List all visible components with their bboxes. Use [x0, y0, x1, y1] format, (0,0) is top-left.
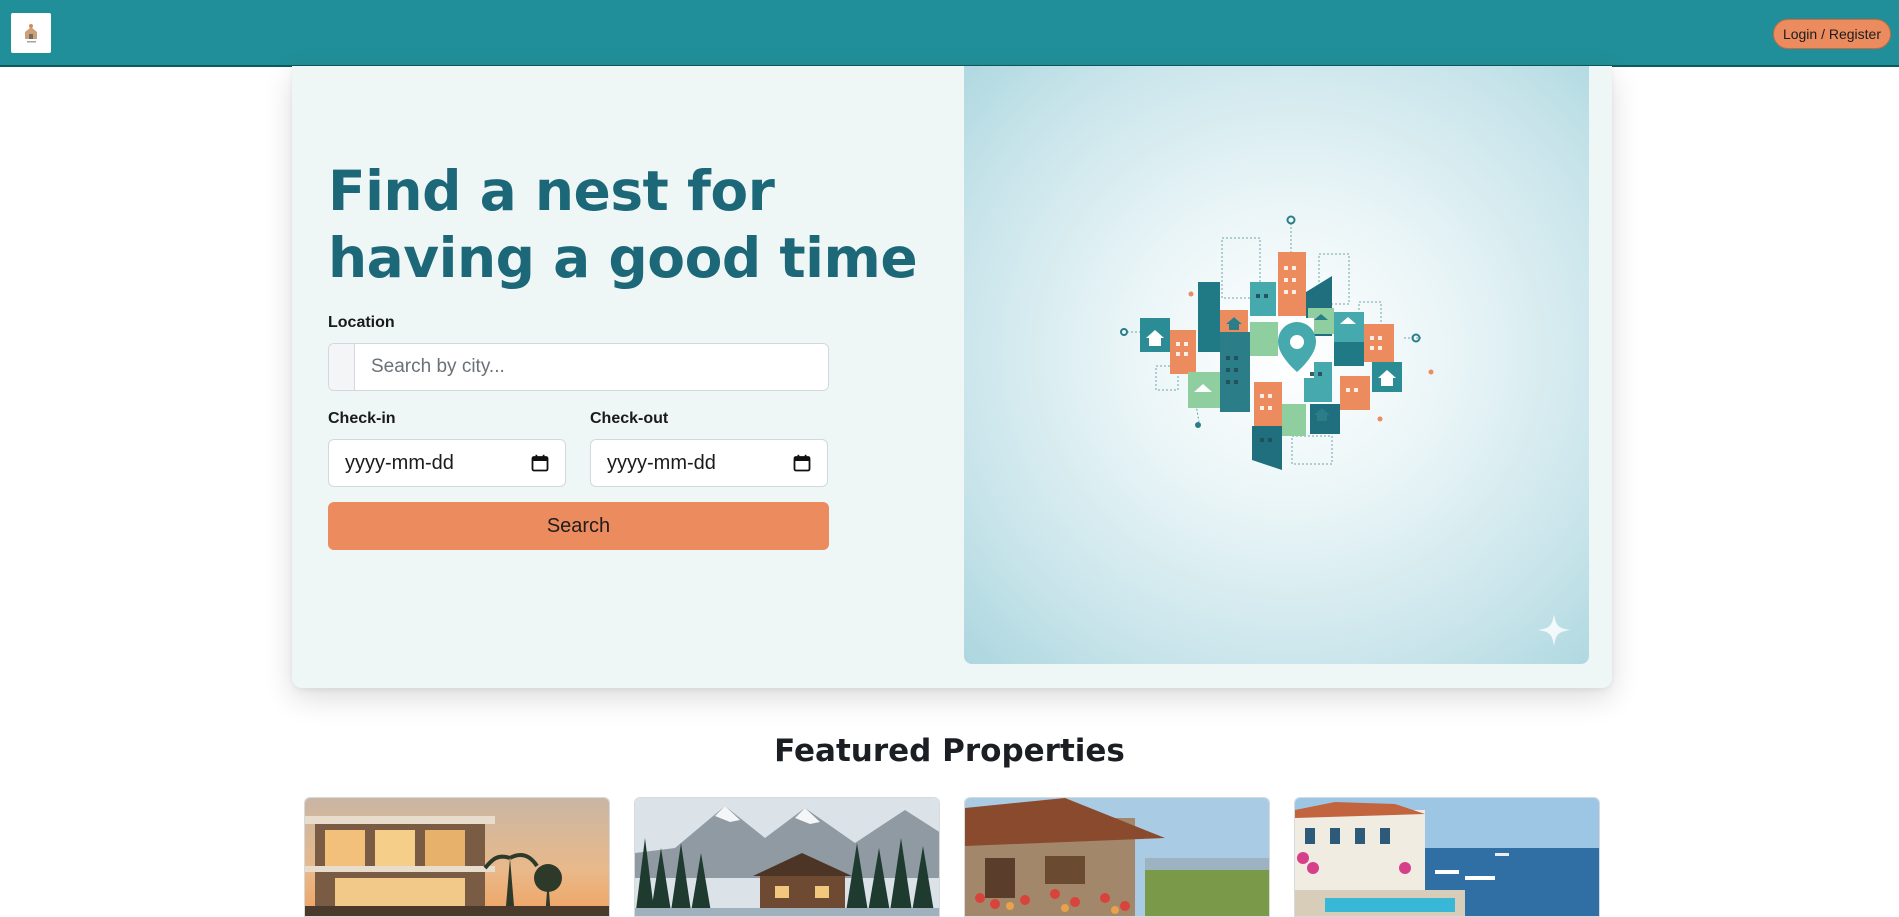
city-buildings-illustration [1120, 215, 1570, 646]
location-search-input[interactable] [355, 344, 828, 390]
checkin-date-input[interactable]: yyyy-mm-dd [328, 439, 566, 487]
property-card[interactable] [1294, 797, 1600, 917]
checkout-date-input[interactable]: yyyy-mm-dd [590, 439, 828, 487]
checkout-date-value: yyyy-mm-dd [607, 451, 716, 474]
checkin-label: Check-in [328, 410, 396, 427]
location-input-group [328, 343, 829, 391]
search-button[interactable]: Search [328, 502, 829, 550]
property-image[interactable] [635, 798, 940, 917]
location-label: Location [328, 314, 395, 331]
hero-title: Find a nest for having a good time [328, 159, 918, 290]
featured-properties-title: Featured Properties [774, 733, 1125, 769]
calendar-icon[interactable] [531, 454, 549, 472]
top-navbar: Login / Register [0, 0, 1899, 67]
hero-card: Find a nest for having a good time Locat… [292, 66, 1612, 688]
site-logo[interactable] [11, 13, 51, 53]
login-register-button[interactable]: Login / Register [1772, 19, 1891, 49]
property-card[interactable] [964, 797, 1270, 917]
property-image[interactable] [965, 798, 1270, 917]
property-card[interactable] [304, 797, 610, 917]
hero-illustration [964, 66, 1589, 664]
calendar-icon[interactable] [793, 454, 811, 472]
property-image[interactable] [305, 798, 610, 917]
property-card[interactable] [634, 797, 940, 917]
location-addon [329, 344, 355, 390]
checkin-date-value: yyyy-mm-dd [345, 451, 454, 474]
sparkle-icon [1538, 614, 1570, 646]
property-image[interactable] [1295, 798, 1600, 917]
logo-icon [16, 18, 46, 48]
checkout-label: Check-out [590, 410, 669, 427]
